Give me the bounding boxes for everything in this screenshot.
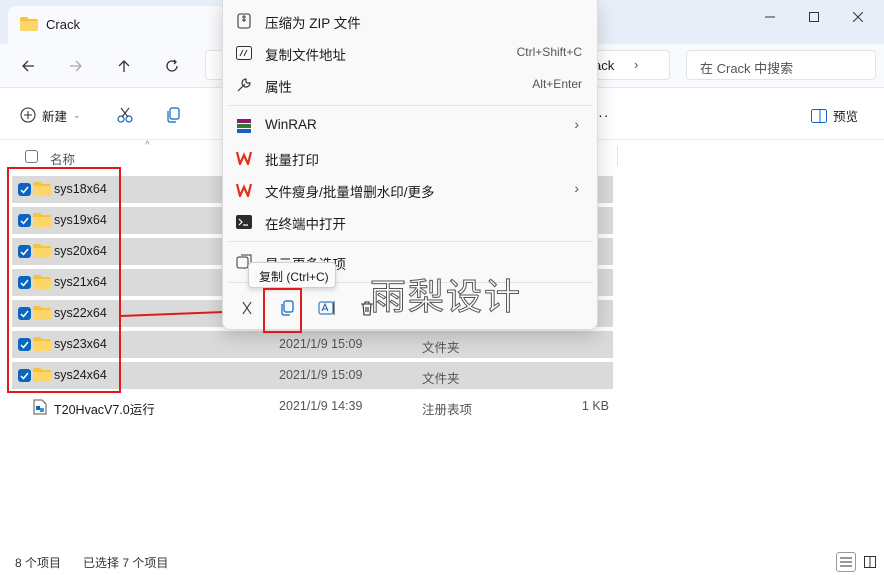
menu-label: WinRAR — [265, 117, 317, 132]
shortcut-label: Ctrl+Shift+C — [516, 45, 582, 59]
terminal-icon — [235, 213, 253, 231]
menu-label: 压缩为 ZIP 文件 — [265, 16, 361, 31]
search-placeholder: 在 Crack 中搜索 — [700, 61, 794, 76]
forward-button[interactable] — [62, 52, 90, 80]
chevron-right-icon: › — [574, 180, 579, 196]
menu-label: 文件瘦身/批量增删水印/更多 — [265, 185, 435, 200]
tab-crack[interactable]: Crack — [8, 6, 248, 44]
preview-label: 预览 — [832, 110, 858, 124]
highlight-box-selection — [7, 167, 121, 393]
tiles-view-button[interactable] — [860, 552, 880, 572]
maximize-button[interactable] — [792, 4, 836, 30]
file-type: 文件夹 — [422, 341, 460, 355]
refresh-button[interactable] — [158, 52, 186, 80]
menu-label: 属性 — [265, 80, 292, 95]
watermark: 雨梨设计 — [369, 277, 523, 319]
menu-label: 在终端中打开 — [265, 217, 346, 232]
table-row[interactable]: T20HvacV7.0运行 2021/1/9 14:39 注册表项 1 KB — [12, 393, 613, 420]
wrench-icon — [235, 76, 253, 94]
file-type: 文件夹 — [422, 372, 460, 386]
file-type: 注册表项 — [422, 403, 473, 417]
menu-label: 批量打印 — [265, 153, 319, 168]
new-button[interactable]: 新建 ⌄ — [20, 104, 81, 126]
file-date: 2021/1/9 14:39 — [279, 399, 363, 413]
wps-icon — [235, 149, 253, 167]
winrar-icon — [235, 117, 253, 135]
copy-icon[interactable] — [162, 104, 184, 126]
cut-icon[interactable] — [114, 104, 136, 126]
shortcut-label: Alt+Enter — [532, 77, 582, 91]
search-input[interactable]: 在 Crack 中搜索 — [686, 50, 876, 80]
chevron-right-icon[interactable]: › — [634, 57, 638, 72]
menu-item-batch-print[interactable]: 批量打印 — [223, 141, 599, 173]
close-button[interactable] — [836, 4, 880, 30]
tab-title: Crack — [46, 17, 80, 32]
column-name[interactable]: 名称 — [50, 149, 75, 168]
cut-icon[interactable] — [233, 294, 261, 322]
back-button[interactable] — [14, 52, 42, 80]
menu-item-wps-more[interactable]: 文件瘦身/批量增删水印/更多 › — [223, 173, 599, 205]
rename-icon[interactable] — [313, 294, 341, 322]
file-name: T20HvacV7.0运行 — [54, 403, 155, 417]
chevron-down-icon: ⌄ — [73, 109, 81, 120]
new-label: 新建 — [42, 109, 68, 124]
plus-circle-icon — [20, 107, 36, 123]
menu-label: 复制文件地址 — [265, 48, 346, 63]
menu-item-terminal[interactable]: 在终端中打开 — [223, 205, 599, 237]
preview-pane-icon — [810, 108, 827, 123]
file-date: 2021/1/9 15:09 — [279, 368, 363, 382]
selected-count: 已选择 7 个项目 — [83, 556, 169, 570]
tiles-view-icon — [864, 556, 876, 568]
wps-icon — [235, 181, 253, 199]
menu-divider — [229, 241, 593, 242]
copy-tooltip: 复制 (Ctrl+C) — [248, 262, 336, 288]
menu-item-winrar[interactable]: WinRAR › — [223, 109, 599, 141]
details-view-button[interactable] — [836, 552, 856, 572]
up-button[interactable] — [110, 52, 138, 80]
folder-icon — [20, 17, 38, 34]
file-date: 2021/1/9 15:09 — [279, 337, 363, 351]
menu-item-copy-path[interactable]: 复制文件地址 Ctrl+Shift+C — [223, 36, 599, 68]
path-icon — [235, 44, 253, 62]
status-bar: 8 个项目 已选择 7 个项目 — [0, 548, 884, 575]
chevron-right-icon: › — [574, 116, 579, 132]
highlight-box-copy — [263, 288, 302, 333]
registry-file-icon — [33, 399, 47, 418]
column-divider[interactable] — [617, 146, 618, 166]
menu-item-zip[interactable]: 压缩为 ZIP 文件 — [223, 4, 599, 36]
minimize-button[interactable] — [748, 4, 792, 30]
menu-item-properties[interactable]: 属性 Alt+Enter — [223, 68, 599, 100]
details-view-icon — [840, 557, 852, 567]
preview-button[interactable]: 预览 — [810, 106, 858, 125]
sort-arrow-icon: ^ — [145, 140, 150, 151]
item-count: 8 个项目 — [15, 556, 62, 570]
file-size: 1 KB — [581, 399, 609, 413]
menu-divider — [229, 105, 593, 106]
zip-icon — [235, 12, 253, 30]
select-all-checkbox[interactable] — [25, 150, 38, 163]
